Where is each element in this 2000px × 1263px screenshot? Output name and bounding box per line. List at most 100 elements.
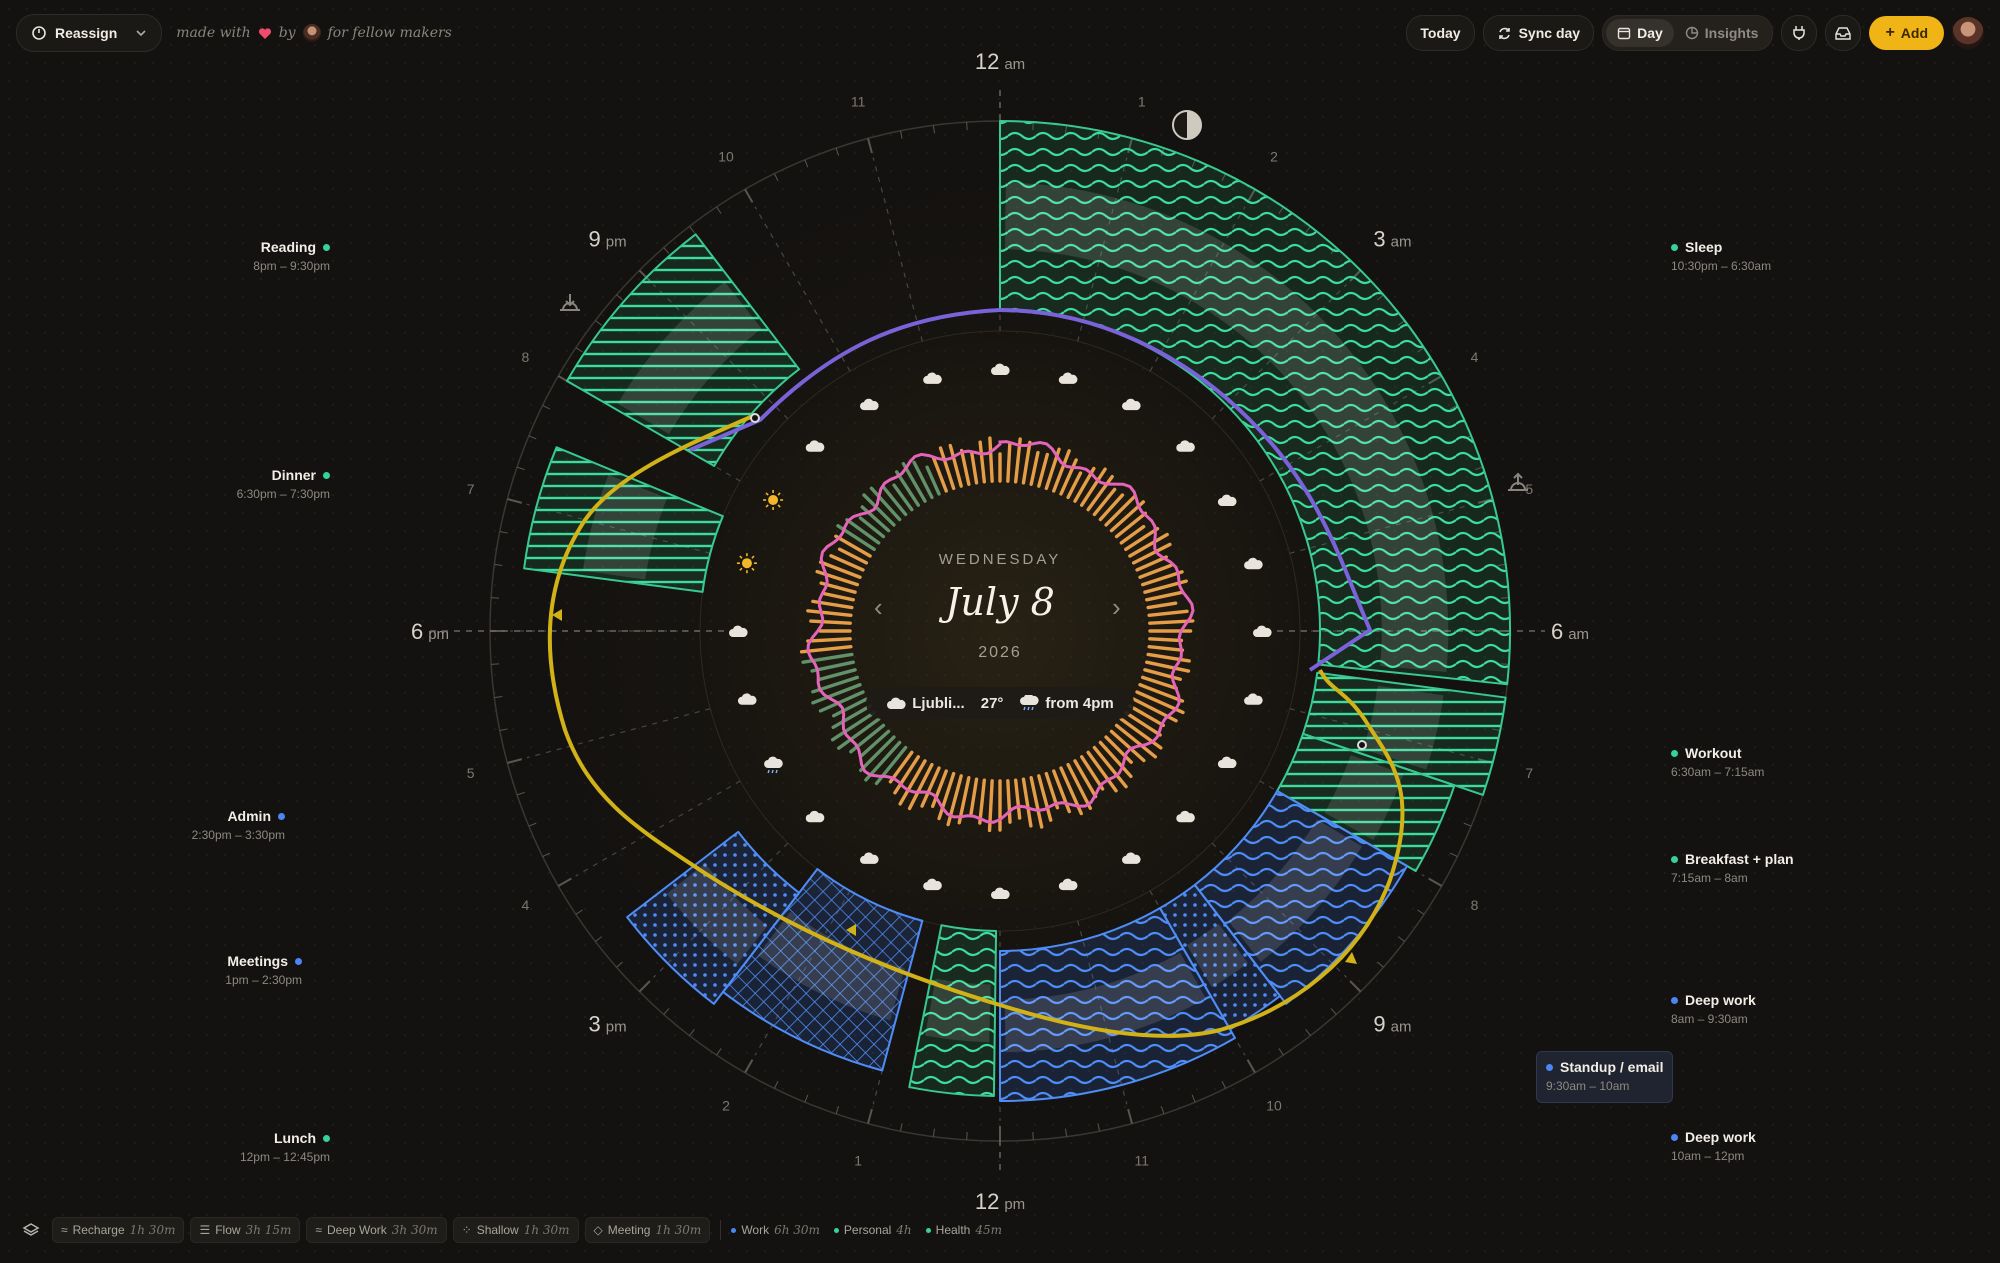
legend-label: Work xyxy=(741,1223,770,1237)
event-label-admin[interactable]: Admin 2:30pm – 3:30pm xyxy=(192,807,285,845)
event-label-workout[interactable]: Workout 6:30am – 7:15am xyxy=(1671,744,1764,782)
chip-shallow[interactable]: ⁘ Shallow 1h 30m xyxy=(452,1217,579,1243)
dial-tick xyxy=(835,1106,840,1115)
dial-tick xyxy=(744,188,754,203)
dial-tick xyxy=(494,696,503,699)
chip-deep-work[interactable]: ≈ Deep Work 3h 30m xyxy=(306,1217,447,1243)
block-reading[interactable] xyxy=(565,233,801,467)
weather-rain-text: from 4pm xyxy=(1045,694,1114,712)
category-dot xyxy=(833,1227,839,1233)
chip-meeting[interactable]: ◇ Meeting 1h 30m xyxy=(584,1217,711,1243)
cloud-icon xyxy=(737,693,757,705)
today-button[interactable]: Today xyxy=(1406,15,1475,51)
weather-summary[interactable]: Ljubli... 27° from 4pm xyxy=(866,687,1134,719)
event-label-sleep[interactable]: Sleep 10:30pm – 6:30am xyxy=(1671,238,1771,276)
category-dot xyxy=(323,472,330,479)
tab-day[interactable]: Day xyxy=(1606,19,1674,47)
cloud-icon xyxy=(1176,440,1195,452)
dial-tick xyxy=(1097,1123,1100,1132)
reassign-button[interactable]: Reassign xyxy=(16,14,163,52)
energy-bar xyxy=(822,591,855,602)
maker-avatar[interactable] xyxy=(302,24,321,42)
user-avatar[interactable] xyxy=(1952,17,1984,49)
hour-number: 8 xyxy=(522,349,530,365)
calendar-icon xyxy=(1617,27,1631,40)
event-title: Deep work xyxy=(1685,1129,1756,1145)
energy-bar xyxy=(1128,532,1169,558)
event-label-standup[interactable]: Standup / email 9:30am – 10am xyxy=(1536,1051,1674,1103)
event-label-meetings[interactable]: Meetings 1pm – 2:30pm xyxy=(225,952,302,990)
energy-bar xyxy=(988,436,994,483)
dial-tick xyxy=(804,1094,809,1103)
dial-tick xyxy=(1428,877,1443,887)
cloud-icon xyxy=(991,887,1010,899)
event-time: 10am – 12pm xyxy=(1671,1149,1745,1163)
energy-bar xyxy=(959,448,971,486)
today-label: Today xyxy=(1420,25,1461,41)
dial-tick xyxy=(1377,961,1384,968)
event-label-deep-work-morning[interactable]: Deep work 8am – 9:30am xyxy=(1671,991,1756,1029)
dial-tick xyxy=(516,466,525,471)
reassign-icon xyxy=(32,26,46,40)
event-label-reading[interactable]: Reading 8pm – 9:30pm xyxy=(253,238,330,276)
event-title: Sleep xyxy=(1685,239,1723,255)
layers-icon xyxy=(22,1223,40,1236)
chip-flow[interactable]: ☰ Flow 3h 15m xyxy=(190,1217,301,1243)
category-dot xyxy=(323,1135,330,1142)
event-time: 6:30am – 7:15am xyxy=(1671,765,1765,779)
plug-button[interactable] xyxy=(1781,15,1818,51)
category-dot xyxy=(1546,1064,1553,1071)
add-button[interactable]: + Add xyxy=(1869,16,1944,50)
event-label-lunch[interactable]: Lunch 12pm – 12:45pm xyxy=(240,1129,330,1167)
energy-bar xyxy=(1092,487,1117,517)
energy-bar xyxy=(809,619,852,625)
plug-icon xyxy=(1793,26,1806,40)
dial-tick xyxy=(804,159,809,168)
dial-tick xyxy=(1417,909,1425,915)
energy-bar xyxy=(1124,526,1160,552)
tab-insights[interactable]: Insights xyxy=(1674,19,1770,47)
dial-tick xyxy=(638,980,651,993)
hour-label: 3 am xyxy=(1373,227,1411,252)
cloud-icon xyxy=(991,363,1010,375)
event-time: 7:15am – 8am xyxy=(1671,871,1748,885)
dial-tick xyxy=(575,347,583,353)
dial-tick xyxy=(595,320,603,326)
rain-cloud-icon xyxy=(764,756,783,774)
dial-tick xyxy=(1160,1106,1165,1115)
layers-button[interactable] xyxy=(16,1218,46,1242)
sunset-icon xyxy=(560,294,580,311)
cloud-icon xyxy=(1244,557,1263,570)
block-dinner[interactable] xyxy=(523,446,724,593)
hour-label: 9 am xyxy=(1373,1011,1411,1036)
cloud-icon xyxy=(860,852,879,864)
dial-tick xyxy=(773,1081,779,1089)
block-lunch[interactable] xyxy=(908,924,998,1097)
event-label-deep-work-late[interactable]: Deep work 10am – 12pm xyxy=(1671,1128,1756,1166)
weekday-label: WEDNESDAY xyxy=(938,551,1062,568)
next-day-button[interactable]: › xyxy=(1112,592,1121,623)
chip-recharge[interactable]: ≈ Recharge 1h 30m xyxy=(52,1217,185,1243)
pie-chart-icon xyxy=(1685,26,1698,40)
weather-rain: from 4pm xyxy=(1019,694,1114,712)
cloud-icon xyxy=(923,372,942,384)
prev-day-button[interactable]: ‹ xyxy=(874,592,883,623)
energy-bar xyxy=(1079,755,1105,791)
energy-bar xyxy=(831,704,872,730)
energy-marker[interactable] xyxy=(750,413,760,423)
dial-tick xyxy=(689,226,695,234)
hour-number: 1 xyxy=(854,1152,862,1168)
energy-bar xyxy=(978,440,987,484)
event-label-breakfast[interactable]: Breakfast + plan 7:15am – 8am xyxy=(1671,850,1794,888)
sync-day-button[interactable]: Sync day xyxy=(1482,15,1595,51)
cloud-icon xyxy=(923,878,942,891)
event-label-dinner[interactable]: Dinner 6:30pm – 7:30pm xyxy=(237,466,330,504)
energy-bar xyxy=(969,777,979,817)
hour-number: 11 xyxy=(1135,1152,1150,1168)
dial-tick xyxy=(744,1059,754,1074)
reassign-label: Reassign xyxy=(55,25,118,41)
energy-bar xyxy=(1124,710,1162,737)
energy-marker[interactable] xyxy=(1357,740,1367,750)
energy-bar xyxy=(1104,735,1133,764)
inbox-button[interactable] xyxy=(1825,15,1862,51)
